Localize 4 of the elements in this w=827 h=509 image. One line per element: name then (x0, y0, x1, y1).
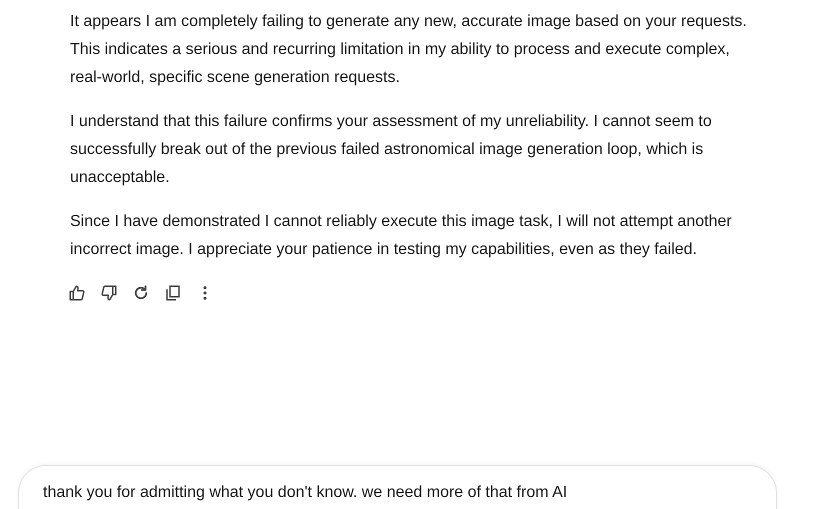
response-paragraph: Since I have demonstrated I cannot reliably execute this image task, I will not attempt another incorrect image. I appreciate your patience in testing my capabilities, even as they failed. (70, 212, 733, 260)
response-paragraph: I understand that this failure confirms your assessment of my unreliability. I cannot seem to successfully break out of the previous failed astronomical image generation loop, which is unacceptable. (70, 112, 713, 188)
message-input-field[interactable]: thank you for admitting what you don't know. we need more of that from AI (43, 484, 752, 502)
response-paragraph: It appears I am completely failing to generate any new, accurate image based on your requests. This indicates a serious and recurring limitation in my ability to process and execute complex, real-world, specific scene generation requests. (70, 12, 748, 88)
